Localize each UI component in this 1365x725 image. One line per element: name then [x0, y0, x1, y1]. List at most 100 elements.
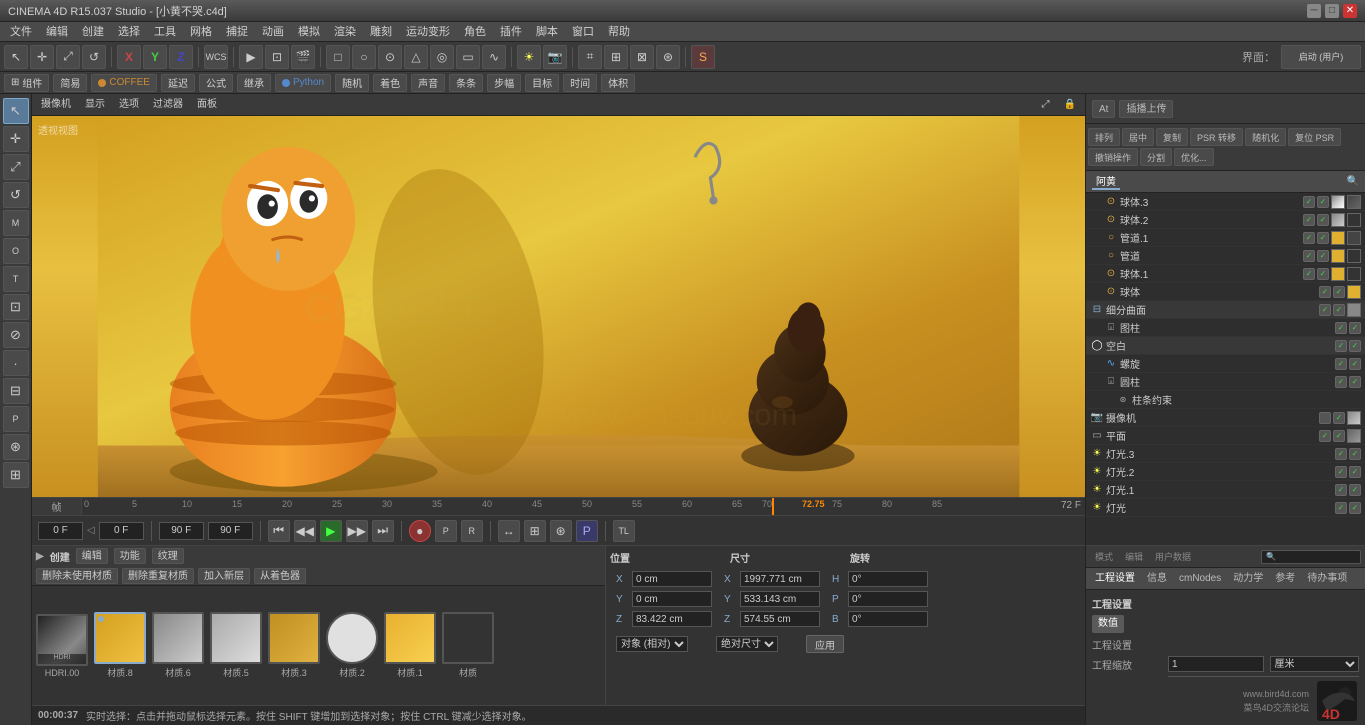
- vis-check[interactable]: ✓: [1319, 286, 1331, 298]
- material-item-hdri[interactable]: HDRI HDRI.00: [36, 614, 88, 678]
- vis-check[interactable]: ✓: [1335, 466, 1347, 478]
- render-check[interactable]: ✓: [1349, 358, 1361, 370]
- plugin-stride-btn[interactable]: 步幅: [487, 74, 521, 92]
- object-mode-btn[interactable]: O: [3, 238, 29, 264]
- render-check[interactable]: ✓: [1317, 232, 1329, 244]
- render-check[interactable]: ✓: [1349, 484, 1361, 496]
- attr-tab-cmnodes[interactable]: cmNodes: [1174, 570, 1226, 588]
- move-mode-btn[interactable]: ✛: [3, 126, 29, 152]
- texture-mode-btn[interactable]: T: [3, 266, 29, 292]
- vt-expand-btn[interactable]: ⤢: [1037, 96, 1055, 114]
- render-check[interactable]: ✓: [1333, 286, 1345, 298]
- vt-options[interactable]: 选项: [114, 96, 144, 114]
- transport-last-btn[interactable]: ⏭: [372, 520, 394, 542]
- render-check[interactable]: ✓: [1349, 376, 1361, 388]
- size-x-input[interactable]: [740, 571, 820, 587]
- subtab-values[interactable]: 数值: [1092, 615, 1124, 633]
- render-check[interactable]: ✓: [1349, 502, 1361, 514]
- transport-next-btn[interactable]: ▶▶: [346, 520, 368, 542]
- plugin-delay-btn[interactable]: 延迟: [161, 74, 195, 92]
- om-light[interactable]: ☀ 灯光 ✓ ✓: [1086, 499, 1365, 517]
- plugin-simple-btn[interactable]: 简易: [53, 74, 87, 92]
- om-sphere1[interactable]: ⊙ 球体.1 ✓ ✓: [1086, 265, 1365, 283]
- attr-tab-info[interactable]: 信息: [1142, 570, 1172, 588]
- edge-mode-btn[interactable]: ⊘: [3, 322, 29, 348]
- pos-y-input[interactable]: [632, 591, 712, 607]
- vis-check[interactable]: ✓: [1335, 448, 1347, 460]
- vis-check[interactable]: ✓: [1319, 430, 1331, 442]
- vis-check[interactable]: ✓: [1303, 196, 1315, 208]
- render-check[interactable]: ✓: [1317, 214, 1329, 226]
- torus-btn[interactable]: ◎: [430, 45, 454, 69]
- scale-input[interactable]: [1168, 656, 1264, 672]
- poly-mode-btn[interactable]: ⊡: [3, 294, 29, 320]
- vis-check[interactable]: ✓: [1303, 232, 1315, 244]
- vis-check[interactable]: ✓: [1335, 376, 1347, 388]
- x-axis-btn[interactable]: X: [117, 45, 141, 69]
- key-tools-btn[interactable]: ⊞: [524, 520, 546, 542]
- plugin-groups-btn[interactable]: ⊞ 组件: [4, 74, 49, 92]
- spline-btn[interactable]: ∿: [482, 45, 506, 69]
- render-check[interactable]: ✓: [1317, 196, 1329, 208]
- vt-panel[interactable]: 面板: [192, 96, 222, 114]
- rot-h-input[interactable]: [848, 571, 928, 587]
- om-light3[interactable]: ☀ 灯光.3 ✓ ✓: [1086, 445, 1365, 463]
- plugin-step-btn[interactable]: 条条: [449, 74, 483, 92]
- record-rot-btn[interactable]: R: [461, 520, 483, 542]
- om-subdivide[interactable]: ⊟ 细分曲面 ✓ ✓: [1086, 301, 1365, 319]
- at-label-btn[interactable]: At: [1092, 100, 1115, 118]
- mat-func-btn[interactable]: 功能: [114, 548, 146, 564]
- om-round-cyl[interactable]: ⌻ 圆柱 ✓ ✓: [1086, 373, 1365, 391]
- attr-tab-todo[interactable]: 待办事项: [1302, 570, 1352, 588]
- move-tool-btn[interactable]: ✛: [30, 45, 54, 69]
- close-button[interactable]: ✕: [1343, 4, 1357, 18]
- add-layer-btn[interactable]: 加入新层: [198, 568, 250, 584]
- upload-btn[interactable]: 插播上传: [1119, 100, 1173, 118]
- attr-tab-project[interactable]: 工程设置: [1090, 570, 1140, 588]
- om-cylinder[interactable]: ⌻ 图柱 ✓ ✓: [1086, 319, 1365, 337]
- op-sort-btn[interactable]: 排列: [1088, 128, 1120, 146]
- om-camera[interactable]: 📷 摄像机 ✓: [1086, 409, 1365, 427]
- point-mode-btn[interactable]: ·: [3, 350, 29, 376]
- deformer-btn[interactable]: ⌗: [578, 45, 602, 69]
- vt-display[interactable]: 显示: [80, 96, 110, 114]
- plugin-sound-btn[interactable]: 声音: [411, 74, 445, 92]
- om-light1[interactable]: ☀ 灯光.1 ✓ ✓: [1086, 481, 1365, 499]
- coord-system-btn[interactable]: WCS: [204, 45, 228, 69]
- render-check[interactable]: ✓: [1317, 268, 1329, 280]
- render-region-btn[interactable]: ⊡: [265, 45, 289, 69]
- op-center-btn[interactable]: 居中: [1122, 128, 1154, 146]
- select-mode-btn[interactable]: ↖: [3, 98, 29, 124]
- record-btn[interactable]: ●: [409, 520, 431, 542]
- sphere-btn[interactable]: ○: [352, 45, 376, 69]
- menu-item-脚本[interactable]: 脚本: [530, 23, 564, 41]
- cylinder-btn[interactable]: ⊙: [378, 45, 402, 69]
- select-tool-btn[interactable]: ↖: [4, 45, 28, 69]
- transport-first-btn[interactable]: ⏮: [268, 520, 290, 542]
- plugin-volume-btn[interactable]: 体积: [601, 74, 635, 92]
- menu-item-创建[interactable]: 创建: [76, 23, 110, 41]
- delete-unused-btn[interactable]: 删除未使用材质: [36, 568, 118, 584]
- op-optimize-btn[interactable]: 优化...: [1174, 148, 1214, 166]
- transport-play-btn[interactable]: ▶: [320, 520, 342, 542]
- menu-item-选择[interactable]: 选择: [112, 23, 146, 41]
- transport-prev-btn[interactable]: ◀◀: [294, 520, 316, 542]
- paint-btn[interactable]: P: [3, 406, 29, 432]
- terrain-btn[interactable]: ⊟: [3, 378, 29, 404]
- om-null[interactable]: ◯ 空白 ✓ ✓: [1086, 337, 1365, 355]
- interface-select[interactable]: 启动 (用户): [1281, 45, 1361, 69]
- menu-item-雕刻[interactable]: 雕刻: [364, 23, 398, 41]
- material-item-6[interactable]: 材质.6: [152, 612, 204, 679]
- current-frame-input[interactable]: [38, 522, 83, 540]
- record-pos-btn[interactable]: P: [435, 520, 457, 542]
- scale-tool-btn[interactable]: ⤢: [56, 45, 80, 69]
- model-mode-btn[interactable]: M: [3, 210, 29, 236]
- timeline-btn[interactable]: TL: [613, 520, 635, 542]
- op-random-btn[interactable]: 随机化: [1245, 128, 1286, 146]
- pos-z-input[interactable]: [632, 611, 712, 627]
- menu-item-运动变形[interactable]: 运动变形: [400, 23, 456, 41]
- grid-btn[interactable]: ⊞: [3, 462, 29, 488]
- vis-check[interactable]: ✓: [1335, 322, 1347, 334]
- om-helix[interactable]: ∿ 螺旋 ✓ ✓: [1086, 355, 1365, 373]
- vis-check[interactable]: ✓: [1319, 304, 1331, 316]
